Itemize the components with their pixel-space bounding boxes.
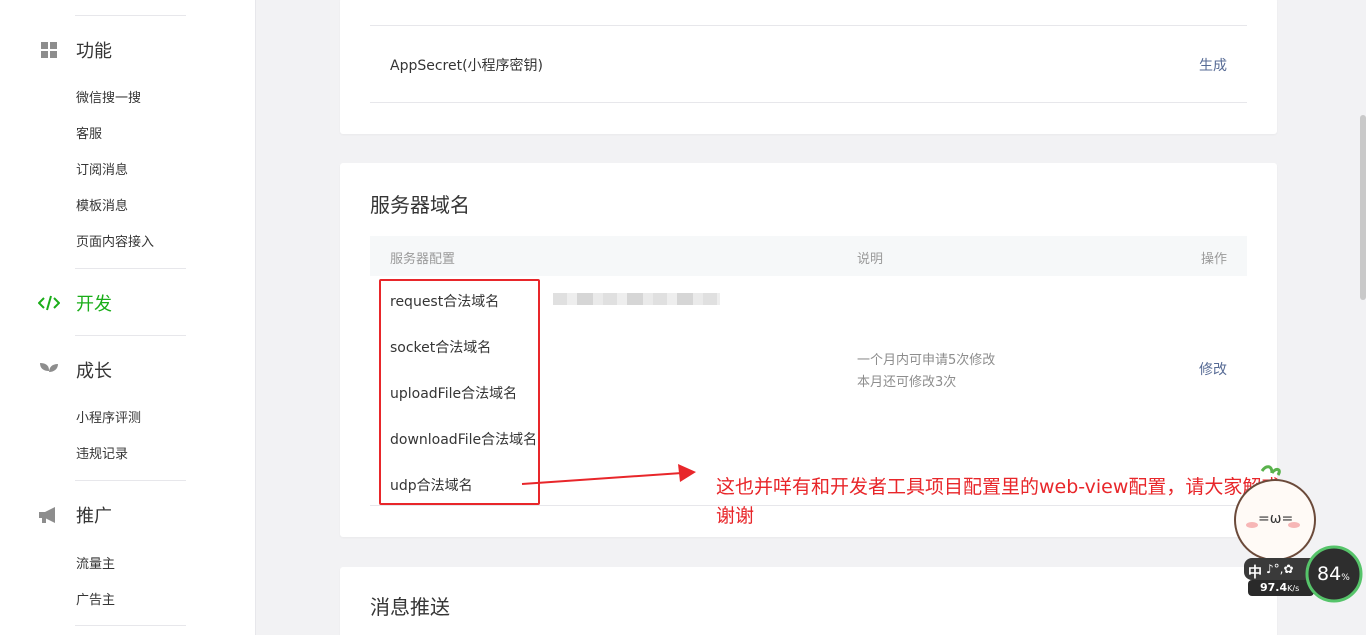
svg-text:=ω=: =ω=	[1258, 511, 1293, 527]
network-speed: 97.4K/s	[1260, 581, 1300, 594]
floating-monitor-widget[interactable]: =ω= 中 ♪°,✿ 97.4K/s 84%	[1230, 463, 1366, 608]
ime-mode-icons: ♪°,✿	[1266, 562, 1294, 576]
ime-indicator: 中	[1248, 565, 1262, 581]
memory-percent: 84%	[1317, 563, 1350, 585]
page-scrollbar[interactable]	[1360, 115, 1366, 300]
annotation-arrow	[521, 464, 696, 485]
annotation-text: 这也并咩有和开发者工具项目配置里的web-view配置，请大家解惑，谢谢	[716, 476, 1300, 527]
